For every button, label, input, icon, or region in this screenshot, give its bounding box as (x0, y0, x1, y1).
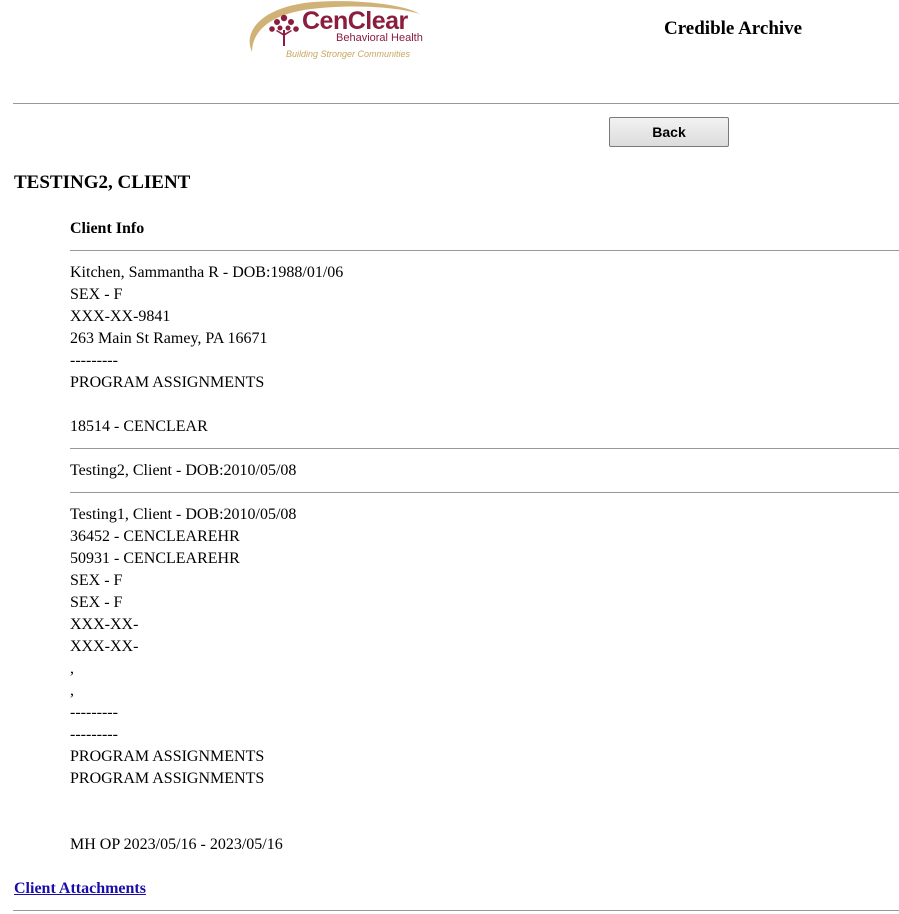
record-line: PROGRAM ASSIGNMENTS (70, 748, 265, 765)
record-line: PROGRAM ASSIGNMENTS (70, 770, 265, 787)
record-line: , (70, 682, 74, 699)
record-line: XXX-XX- (70, 638, 139, 655)
record-line: SEX - F (70, 572, 123, 589)
footer-divider (13, 910, 899, 911)
site-title: Credible Archive (664, 18, 803, 39)
record-line: XXX-XX-9841 (70, 308, 171, 325)
record-line: Kitchen, Sammantha R - DOB:1988/01/06 (70, 264, 344, 281)
record-line: --------- (70, 704, 118, 721)
record-divider (70, 492, 899, 493)
logo-tagline: Building Stronger Communities (286, 49, 411, 59)
record-line: SEX - F (70, 594, 123, 611)
record-line: 50931 - CENCLEAREHR (70, 550, 240, 567)
client-info-heading: Client Info (70, 220, 145, 237)
record-line: MH OP 2023/05/16 - 2023/05/16 (70, 836, 283, 853)
record-line: 18514 - CENCLEAR (70, 418, 208, 435)
cenclear-logo: CenClear Behavioral Health Building Stro… (244, 0, 424, 66)
record-line: Testing2, Client - DOB:2010/05/08 (70, 462, 297, 479)
record-line: --------- (70, 352, 118, 369)
header-divider (13, 103, 899, 104)
record-line: SEX - F (70, 286, 123, 303)
record-line: PROGRAM ASSIGNMENTS (70, 374, 265, 391)
client-name: TESTING2, CLIENT (14, 172, 191, 193)
back-button[interactable]: Back (609, 117, 729, 147)
record-line: , (70, 660, 74, 677)
logo-subtitle: Behavioral Health (336, 32, 423, 44)
record-line: 263 Main St Ramey, PA 16671 (70, 330, 268, 347)
record-line: 36452 - CENCLEAREHR (70, 528, 240, 545)
section-divider (70, 250, 899, 251)
record-divider (70, 448, 899, 449)
record-line: --------- (70, 726, 118, 743)
client-attachments-link[interactable]: Client Attachments (14, 879, 146, 899)
record-line: XXX-XX- (70, 616, 139, 633)
record-line: Testing1, Client - DOB:2010/05/08 (70, 506, 297, 523)
